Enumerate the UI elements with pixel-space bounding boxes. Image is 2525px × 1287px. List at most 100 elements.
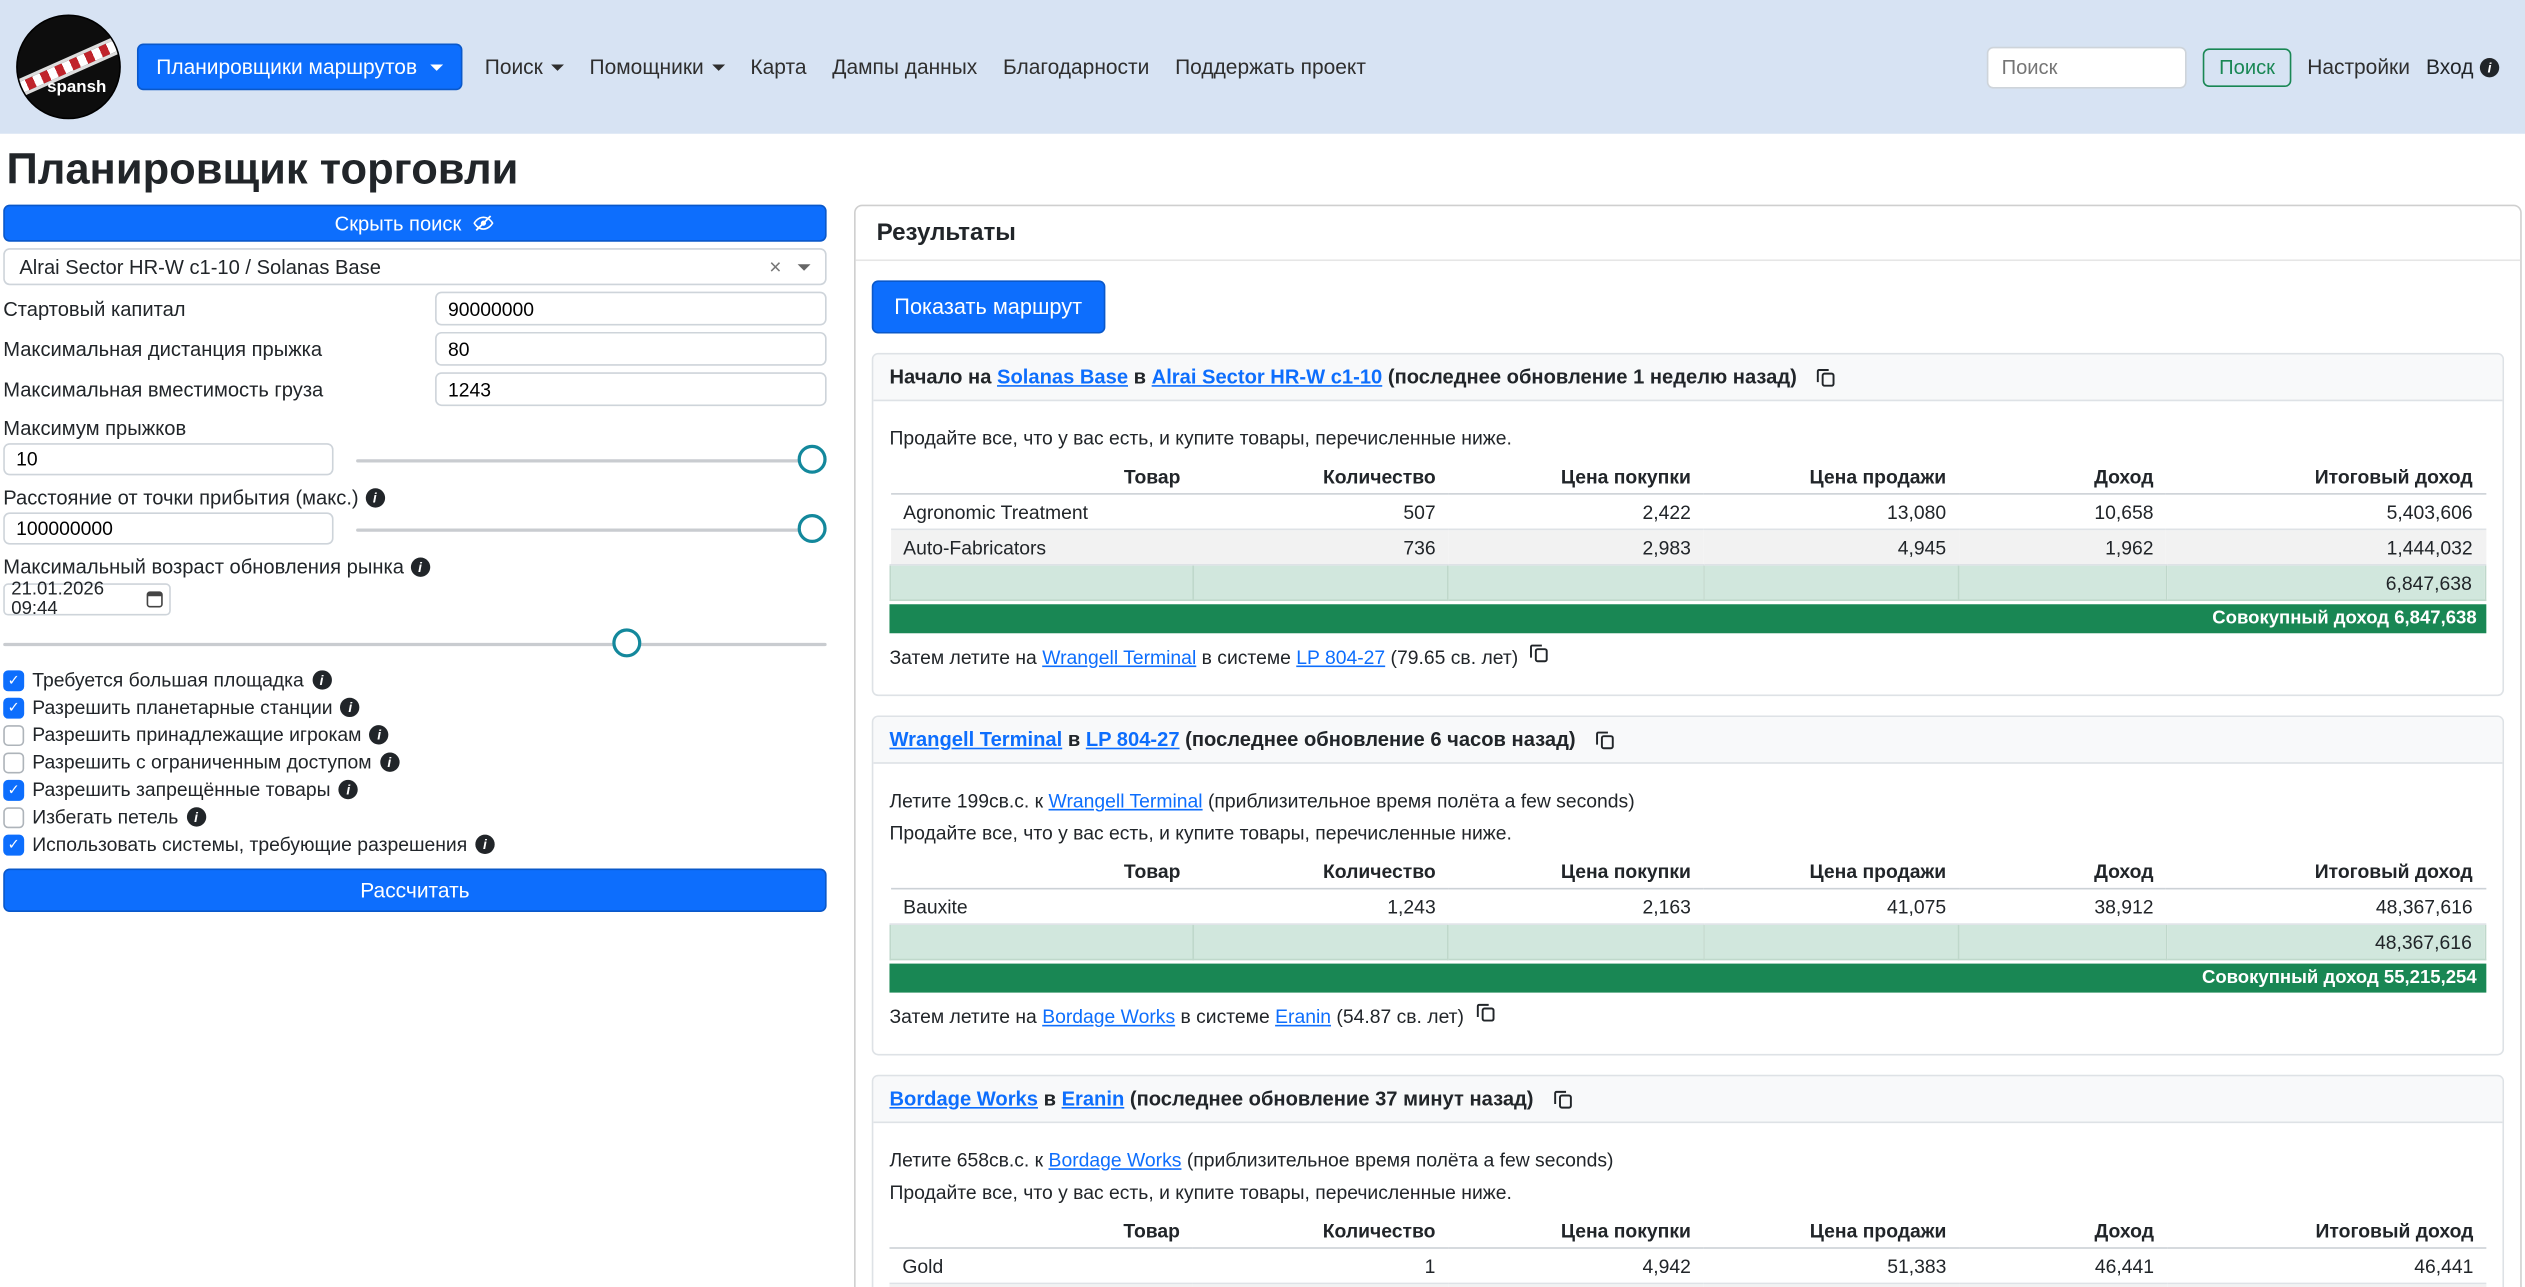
nav-item[interactable]: Помощники [577, 45, 738, 89]
nav-item[interactable]: Карта [738, 45, 820, 89]
slider-track [356, 458, 827, 461]
checkbox[interactable] [3, 724, 24, 745]
copy-icon[interactable] [1816, 367, 1835, 388]
system-link[interactable]: LP 804-27 [1086, 728, 1180, 751]
column-header: Итоговый доход [2166, 459, 2485, 494]
station-link[interactable]: Solanas Base [997, 366, 1128, 389]
spansh-logo[interactable]: spansh [16, 15, 121, 120]
sell-note: Продайте все, что у вас есть, и купите т… [889, 1181, 2486, 1204]
system-link[interactable]: Eranin [1062, 1088, 1125, 1111]
option-checkboxes: Требуется большая площадка i Разрешить п… [3, 669, 826, 856]
route-planners-dropdown[interactable]: Планировщики маршрутов [137, 44, 462, 91]
column-header: Доход [1959, 854, 2166, 889]
table-header-row: ТоварКоличествоЦена покупкиЦена продажиД… [890, 854, 2485, 889]
column-header: Цена продажи [1704, 459, 1959, 494]
market-age-slider[interactable] [3, 628, 826, 659]
station-link[interactable]: Bordage Works [1049, 1149, 1182, 1172]
info-icon[interactable]: i [369, 725, 388, 744]
slider-handle[interactable] [798, 513, 827, 542]
form-row: Стартовый капитал [3, 292, 826, 326]
clear-icon[interactable]: × [769, 255, 781, 279]
info-icon[interactable]: i [365, 488, 384, 507]
form-row: Максимальная дистанция прыжка [3, 332, 826, 366]
route-step-card: Bordage Works в Eranin (последнее обновл… [872, 1075, 2504, 1287]
checkbox[interactable] [3, 834, 24, 855]
form-row: Максимальная вместимость груза [3, 372, 826, 406]
checkbox-row[interactable]: Требуется большая площадка i [3, 669, 826, 692]
cumulative-profit-bar: Совокупный доход 6,847,638 [889, 604, 2486, 633]
form-input[interactable] [435, 292, 827, 326]
column-header: Итоговый доход [2166, 854, 2485, 889]
calendar-icon[interactable] [147, 591, 163, 607]
fly-note: Летите 199св.с. к Wrangell Terminal (при… [889, 790, 2486, 813]
station-link[interactable]: Bordage Works [1042, 1005, 1175, 1028]
station-link[interactable]: Wrangell Terminal [889, 728, 1062, 751]
nav-item[interactable]: Благодарности [990, 45, 1162, 89]
column-header: Товар [890, 854, 1193, 889]
search-button[interactable]: Поиск [2203, 48, 2291, 87]
copy-icon[interactable] [1530, 643, 1549, 664]
checkbox[interactable] [3, 752, 24, 773]
station-link[interactable]: Wrangell Terminal [1049, 790, 1203, 813]
nav-links: Поиск Помощники Карта Дампы данных [472, 45, 1379, 89]
results-title: Результаты [856, 206, 2521, 261]
column-header: Товар [890, 459, 1193, 494]
arrival-distance-slider[interactable] [356, 513, 827, 544]
slider-handle[interactable] [798, 444, 827, 473]
info-icon[interactable]: i [339, 780, 358, 799]
info-icon[interactable]: i [410, 558, 429, 577]
nav-item[interactable]: Дампы данных [819, 45, 990, 89]
nav-item[interactable]: Поддержать проект [1162, 45, 1379, 89]
info-icon[interactable]: i [312, 670, 331, 689]
column-header: Товар [889, 1213, 1192, 1248]
calculate-button[interactable]: Рассчитать [3, 869, 826, 913]
login-link[interactable]: Вход i [2426, 55, 2499, 79]
checkbox[interactable] [3, 806, 24, 827]
checkbox-row[interactable]: Разрешить запрещённые товары i [3, 778, 826, 801]
system-station-select[interactable]: Alrai Sector HR-W c1-10 / Solanas Base × [3, 248, 826, 285]
show-route-button[interactable]: Показать маршрут [872, 280, 1105, 333]
checkbox[interactable] [3, 697, 24, 718]
route-step-header: Wrangell Terminal в LP 804-27 (последнее… [873, 717, 2502, 764]
checkbox-row[interactable]: Разрешить с ограниченным доступом i [3, 751, 826, 774]
system-link[interactable]: Alrai Sector HR-W c1-10 [1152, 366, 1383, 389]
checkbox[interactable] [3, 779, 24, 800]
sell-note: Продайте все, что у вас есть, и купите т… [889, 427, 2486, 450]
login-info-icon[interactable]: i [2480, 57, 2499, 76]
checkbox-row[interactable]: Избегать петель i [3, 806, 826, 829]
form-input[interactable] [435, 332, 827, 366]
eye-slash-icon [473, 213, 496, 234]
hide-search-button[interactable]: Скрыть поиск [3, 205, 826, 242]
station-link[interactable]: Bordage Works [889, 1088, 1037, 1111]
checkbox[interactable] [3, 670, 24, 691]
checkbox-row[interactable]: Разрешить принадлежащие игрокам i [3, 724, 826, 747]
numeric-fields: Стартовый капитал Максимальная дистанция… [3, 292, 826, 406]
checkbox-row[interactable]: Использовать системы, требующие разрешен… [3, 833, 826, 856]
trade-table: ТоварКоличествоЦена покупкиЦена продажиД… [889, 854, 2486, 960]
column-header: Цена покупки [1448, 1213, 1703, 1248]
column-header: Количество [1193, 854, 1448, 889]
copy-icon[interactable] [1595, 729, 1614, 750]
max-jumps-slider[interactable] [356, 444, 827, 475]
system-link[interactable]: Eranin [1275, 1005, 1331, 1028]
station-link[interactable]: Wrangell Terminal [1042, 646, 1196, 669]
info-icon[interactable]: i [341, 698, 360, 717]
table-row: Bauxite1,243 2,16341,075 38,91248,367,61… [890, 889, 2485, 924]
settings-link[interactable]: Настройки [2307, 55, 2410, 79]
market-age-input[interactable]: 21.01.2026 09:44 [3, 583, 171, 615]
max-jumps-input[interactable] [3, 443, 333, 475]
nav-item[interactable]: Поиск [472, 45, 577, 89]
column-header: Доход [1959, 1213, 2167, 1248]
system-link[interactable]: LP 804-27 [1296, 646, 1385, 669]
form-input[interactable] [435, 372, 827, 406]
copy-icon[interactable] [1553, 1088, 1572, 1109]
checkbox-row[interactable]: Разрешить планетарные станции i [3, 696, 826, 719]
slider-handle[interactable] [613, 628, 642, 657]
info-icon[interactable]: i [380, 753, 399, 772]
info-icon[interactable]: i [475, 835, 494, 854]
arrival-distance-input[interactable] [3, 512, 333, 544]
info-icon[interactable]: i [186, 807, 205, 826]
copy-icon[interactable] [1476, 1002, 1495, 1023]
search-input[interactable] [1987, 46, 2187, 88]
arrival-distance-label: Расстояние от точки прибытия (макс.) i [3, 487, 826, 510]
